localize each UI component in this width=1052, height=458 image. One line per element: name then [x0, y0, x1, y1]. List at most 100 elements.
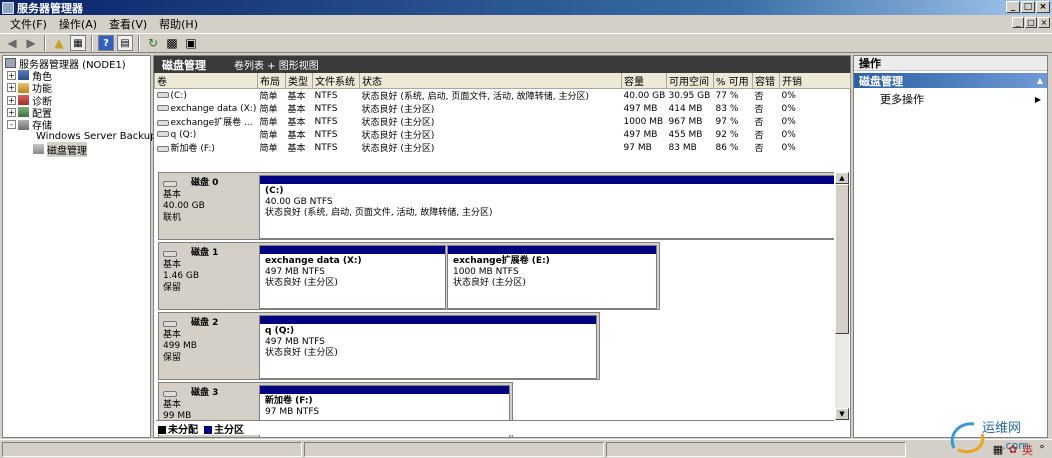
partition-block[interactable]: exchange扩展卷 (E:) 1000 MB NTFS 状态良好 (主分区)	[447, 245, 657, 309]
table-cell: 497 MB	[623, 129, 658, 140]
tree-item[interactable]: + 角色	[3, 69, 150, 83]
disk-row[interactable]: 磁盘 0 基本 40.00 GB 联机 (C:) 40.00 GB NTFS 状态良好 (系…	[158, 172, 834, 240]
table-cell: 基本	[287, 92, 306, 102]
table-row[interactable]: q (Q:) 简单 基本 NTFS 状态良好 (主分区) 497 MB 455 MB 92 %…	[155, 128, 851, 141]
partition-block[interactable]: exchange data (X:) 497 MB NTFS 状态良好 (主分区)	[259, 245, 446, 309]
column-header[interactable]: 类型	[285, 73, 313, 89]
diagnostics-icon	[18, 95, 29, 106]
table-cell: 40.00 GB	[623, 90, 666, 101]
partition-body: exchange扩展卷 (E:) 1000 MB NTFS 状态良好 (主分区)	[448, 254, 656, 291]
site-watermark-logo: 运维网 .com	[950, 421, 1029, 453]
graph-vertical-scrollbar[interactable]: ▲ ▼	[835, 172, 849, 420]
disk-status: 保留	[163, 282, 182, 293]
table-cell: NTFS	[314, 90, 338, 101]
column-header[interactable]: 开销	[779, 73, 851, 89]
export-list-icon[interactable]: ▩	[164, 35, 180, 51]
table-cell: 状态良好 (主分区)	[361, 118, 435, 128]
partition-status: 状态良好 (系统, 启动, 页面文件, 活动, 故障转储, 主分区)	[265, 208, 493, 218]
table-row[interactable]: (C:) 简单 基本 NTFS 状态良好 (系统, 启动, 页面文件, 活动, 故障转储…	[155, 89, 851, 103]
column-header[interactable]: 布局	[257, 73, 286, 89]
legend-item: 未分配	[158, 421, 198, 436]
legend-label: 主分区	[214, 424, 244, 436]
table-cell: 967 MB	[668, 116, 703, 127]
tree-item[interactable]: + 功能	[3, 82, 150, 95]
legend: 未分配 主分区	[156, 420, 834, 436]
volume-icon	[156, 145, 169, 152]
actions-section-disk-management[interactable]: 磁盘管理 ▲	[854, 73, 1047, 88]
column-header[interactable]: 文件系统	[312, 73, 360, 89]
expand-icon[interactable]: +	[7, 95, 16, 105]
expand-icon[interactable]: +	[7, 107, 16, 117]
tree-item[interactable]: 服务器管理器 (NODE1)	[3, 57, 150, 71]
disk-name-line: 磁盘 0	[163, 178, 253, 190]
maximize-button[interactable]: □	[1021, 1, 1035, 13]
back-arrow-icon[interactable]: ◀	[4, 35, 20, 51]
table-cell: 否	[754, 131, 764, 141]
table-cell: NTFS	[314, 129, 338, 140]
more-actions-item[interactable]: 更多操作 ▶	[854, 91, 1047, 107]
menu-file[interactable]: 文件(F)	[4, 16, 53, 32]
partition-status: 状态良好 (主分区)	[265, 278, 338, 288]
disk-type: 基本	[163, 259, 182, 270]
partition-block[interactable]: q (Q:) 497 MB NTFS 状态良好 (主分区)	[259, 315, 597, 379]
tree-item[interactable]: + 诊断	[3, 94, 150, 108]
table-cell: 97 MB	[623, 142, 652, 153]
forward-arrow-icon[interactable]: ▶	[23, 35, 39, 51]
disk-info[interactable]: 磁盘 0 基本 40.00 GB 联机	[159, 173, 257, 239]
primary-partition-bar	[260, 246, 445, 254]
disk-row[interactable]: 磁盘 1 基本 1.46 GB 保留 exchange data (X:) 497 MB …	[158, 242, 660, 310]
table-row[interactable]: 新加卷 (F:) 简单 基本 NTFS 状态良好 (主分区) 97 MB 83 MB 86 %…	[155, 141, 851, 154]
collapse-arrow-icon[interactable]: ▲	[1037, 76, 1043, 85]
partition-size: 497 MB NTFS	[265, 267, 325, 277]
column-header[interactable]: 容量	[621, 73, 667, 89]
expand-icon[interactable]: +	[7, 83, 16, 93]
configuration-icon	[18, 107, 29, 118]
console-icon[interactable]: ▣	[183, 35, 199, 51]
disk-row[interactable]: 磁盘 2 基本 499 MB 保留 q (Q:) 497 MB NTFS 状态良好 (主分区…	[158, 312, 600, 380]
table-cell: NTFS	[314, 116, 338, 127]
show-hide-tree-icon[interactable]: ▦	[70, 35, 86, 51]
refresh-icon[interactable]: ↻	[145, 35, 161, 51]
scroll-down-icon[interactable]: ▼	[835, 408, 849, 420]
menu-view[interactable]: 查看(V)	[103, 16, 153, 32]
column-header[interactable]: 状态	[359, 73, 622, 89]
mdi-restore-button[interactable]: □	[1025, 17, 1037, 28]
toolbar-separator	[44, 35, 46, 51]
mdi-minimize-button[interactable]: _	[1012, 17, 1024, 28]
partition-name: q (Q:)	[265, 326, 295, 336]
menu-help[interactable]: 帮助(H)	[153, 16, 204, 32]
table-row[interactable]: exchange data (X:) 简单 基本 NTFS 状态良好 (主分区) 497 …	[155, 102, 851, 115]
column-header[interactable]: % 可用	[713, 73, 753, 89]
disk-info[interactable]: 磁盘 1 基本 1.46 GB 保留	[159, 243, 257, 309]
tree-item[interactable]: - 存储	[3, 118, 150, 132]
table-row[interactable]: exchange扩展卷 ... 简单 基本 NTFS 状态良好 (主分区) 1000 MB…	[155, 115, 851, 128]
expand-icon[interactable]: +	[7, 70, 16, 80]
toolbar: ◀ ▶ ▲ ▦ ? ▤ ↻ ▩ ▣	[0, 33, 1052, 53]
scroll-thumb[interactable]	[835, 184, 849, 334]
disk-icon	[163, 180, 177, 187]
table-cell: 86 %	[715, 142, 739, 153]
table-cell: q (Q:)	[155, 128, 258, 141]
minimize-button[interactable]: _	[1006, 1, 1020, 13]
menu-action[interactable]: 操作(A)	[53, 16, 103, 32]
mdi-close-button[interactable]: ×	[1038, 17, 1050, 28]
table-cell: 0%	[781, 129, 796, 140]
column-header[interactable]: 容错	[752, 73, 780, 89]
help-icon[interactable]: ?	[98, 35, 114, 51]
up-folder-icon[interactable]: ▲	[51, 35, 67, 51]
properties-icon[interactable]: ▤	[117, 35, 133, 51]
column-header[interactable]: 可用空间	[666, 73, 714, 89]
partition-block[interactable]: (C:) 40.00 GB NTFS 状态良好 (系统, 启动, 页面文件, 活动,…	[259, 175, 834, 239]
scroll-up-icon[interactable]: ▲	[835, 172, 849, 184]
column-header[interactable]: 卷	[154, 73, 258, 89]
close-button[interactable]: ×	[1036, 1, 1050, 13]
disk-size: 1.46 GB	[163, 271, 200, 281]
disk-info[interactable]: 磁盘 2 基本 499 MB 保留	[159, 313, 257, 379]
tree-item[interactable]: + 配置	[3, 106, 150, 120]
tree-item[interactable]: 磁盘管理	[3, 141, 150, 157]
primary-partition-bar	[260, 386, 509, 394]
tree-item-label: 磁盘管理	[47, 141, 87, 157]
table-cell: (C:)	[155, 89, 258, 103]
disk-name: 磁盘 1	[191, 248, 219, 258]
collapse-icon[interactable]: -	[7, 120, 16, 130]
